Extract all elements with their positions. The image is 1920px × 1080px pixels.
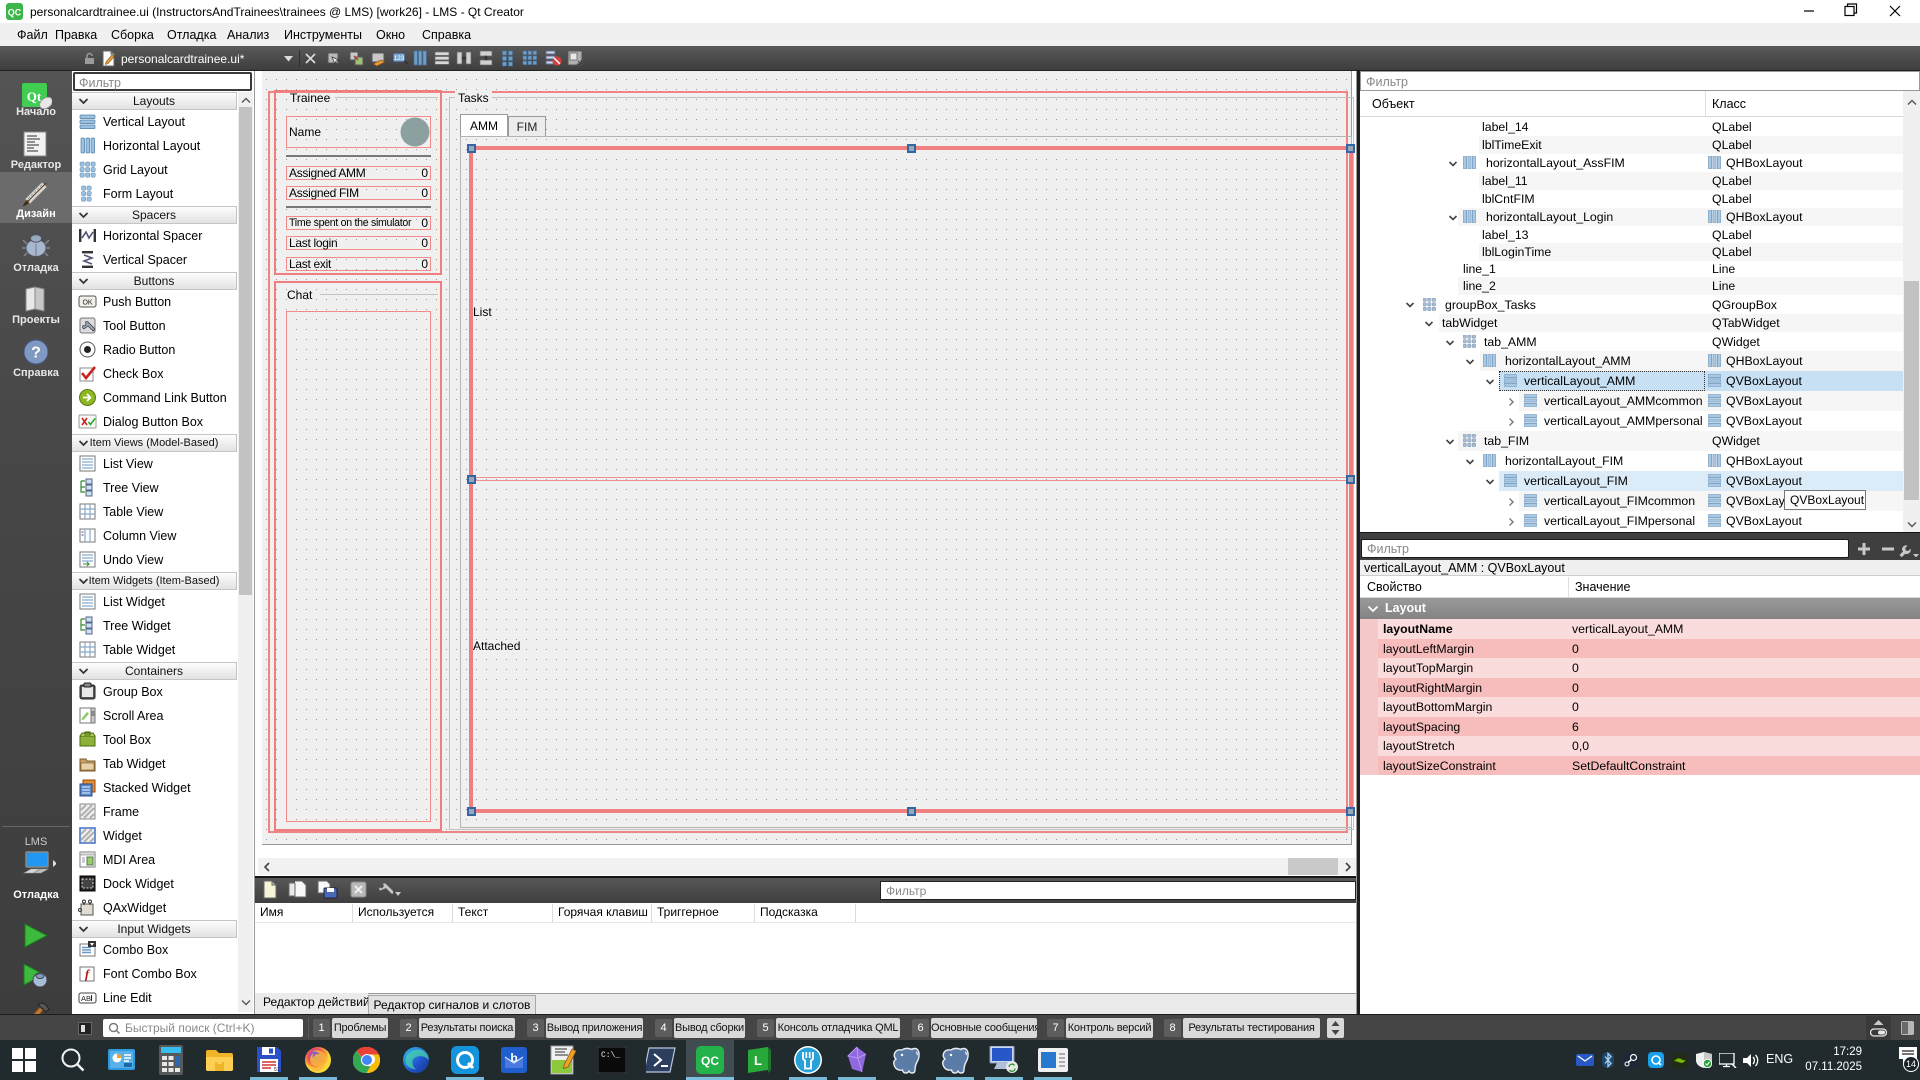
svg-text:C:\_: C:\_ (601, 1051, 620, 1060)
svg-text:Qt: Qt (27, 89, 42, 104)
svg-text:L: L (754, 1053, 762, 1068)
svg-text:QC: QC (701, 1054, 719, 1068)
svg-text:QC: QC (8, 8, 22, 18)
svg-text:AB: AB (81, 994, 91, 1003)
svg-text:b: b (510, 1051, 517, 1065)
svg-text:?: ? (31, 345, 41, 362)
svg-text:123: 123 (394, 55, 405, 62)
svg-text:51: 51 (274, 1067, 280, 1073)
svg-text:OK: OK (82, 300, 92, 307)
